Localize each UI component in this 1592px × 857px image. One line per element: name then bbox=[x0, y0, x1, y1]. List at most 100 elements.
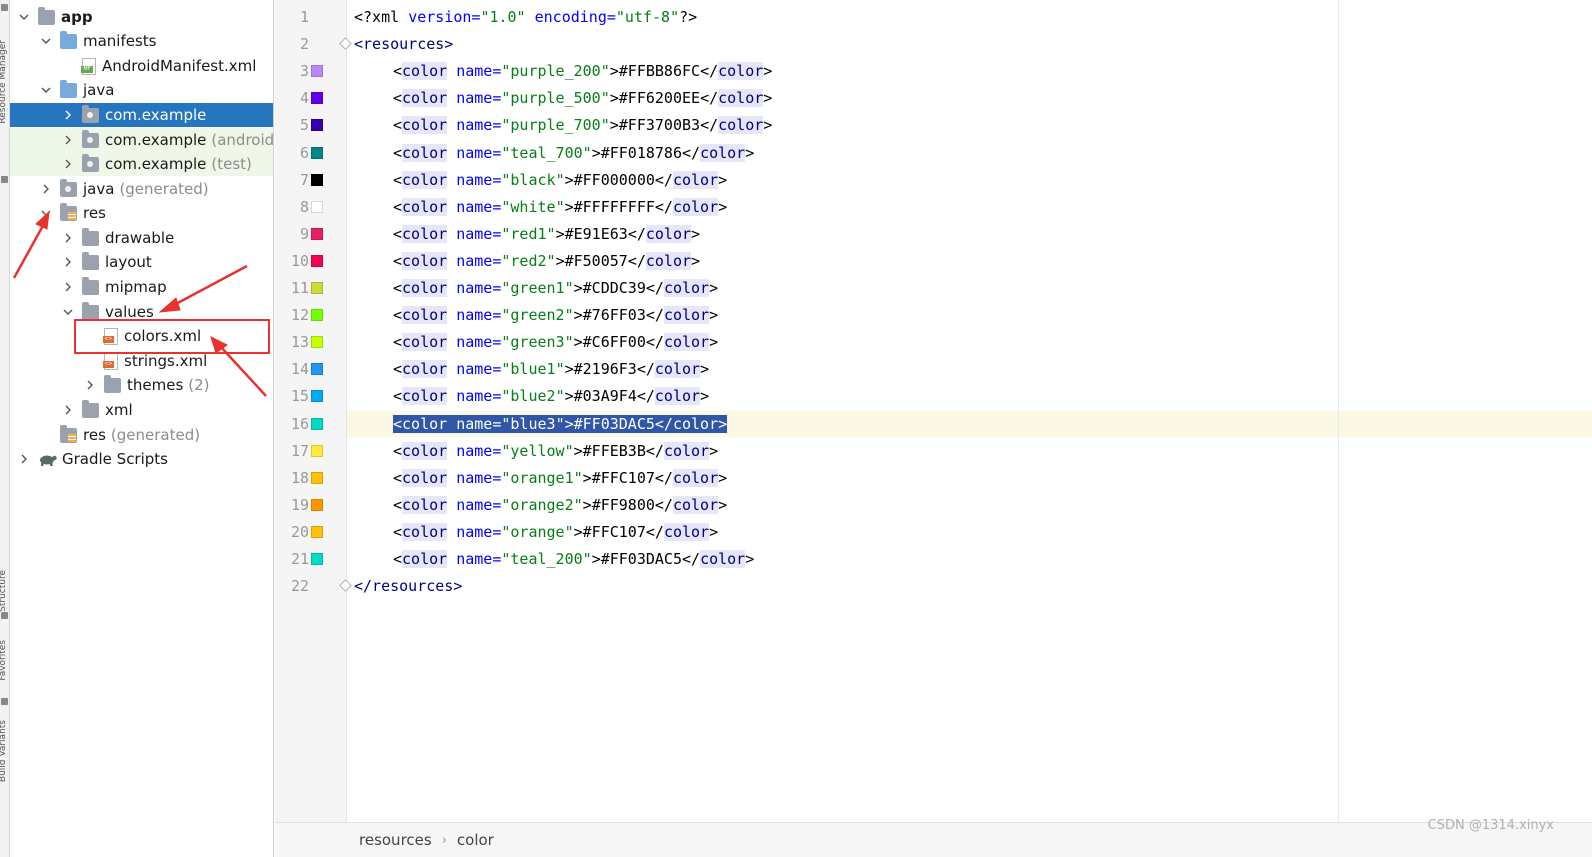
color-swatch-icon[interactable] bbox=[311, 309, 323, 322]
tree-item[interactable]: Gradle Scripts bbox=[10, 447, 273, 471]
color-swatch-icon[interactable] bbox=[311, 390, 323, 403]
tool-window-icon[interactable] bbox=[1, 4, 8, 11]
color-swatch-icon[interactable] bbox=[311, 146, 323, 159]
resource-manager-tab[interactable]: Resource Manager bbox=[0, 40, 8, 124]
code-line-color[interactable]: <color name="green1">#CDDC39</color> bbox=[393, 275, 718, 301]
tag-bracket: > bbox=[582, 468, 592, 487]
selected-text: <color name="blue3">#FF03DAC5</color> bbox=[393, 414, 728, 433]
color-swatch-icon[interactable] bbox=[311, 498, 323, 511]
fold-marker-icon[interactable] bbox=[339, 37, 352, 50]
code-editor[interactable]: 1 2 3 4 5 6 7 8 9 10 11 12 13 14 15 16 17 18 19 20 21 22 <?xm… bbox=[275, 0, 1592, 822]
chevron-down-icon[interactable] bbox=[40, 84, 52, 96]
attr-quote-close: " bbox=[546, 251, 556, 270]
tree-item[interactable]: manifests bbox=[10, 29, 273, 53]
code-line-color[interactable]: <color name="purple_500">#FF6200EE</colo… bbox=[393, 85, 772, 111]
chevron-down-icon[interactable] bbox=[62, 306, 74, 318]
tree-item[interactable]: java bbox=[10, 78, 273, 102]
tree-item[interactable]: xml bbox=[10, 398, 273, 422]
tool-window-icon[interactable] bbox=[1, 698, 8, 705]
code-line-color[interactable]: <color name="green2">#76FF03</color> bbox=[393, 302, 718, 328]
code-line-xml-declaration[interactable]: <?xml version="1.0" encoding="utf-8"?> bbox=[354, 4, 697, 30]
code-line-resources-close[interactable]: </resources> bbox=[354, 573, 462, 599]
chevron-right-icon[interactable] bbox=[40, 183, 52, 195]
color-swatch-icon[interactable] bbox=[311, 444, 323, 457]
fold-marker-icon[interactable] bbox=[339, 579, 352, 592]
tree-item[interactable]: res (generated) bbox=[10, 423, 273, 447]
tree-item[interactable]: themes (2) bbox=[10, 373, 273, 397]
code-line-color[interactable]: <color name="blue3">#FF03DAC5</color> bbox=[393, 411, 728, 437]
code-line-color[interactable]: <color name="orange">#FFC107</color> bbox=[393, 519, 718, 545]
tree-item[interactable]: <> strings.xml bbox=[10, 349, 273, 373]
chevron-right-icon[interactable] bbox=[62, 109, 74, 121]
color-swatch-icon[interactable] bbox=[311, 173, 323, 186]
tree-item[interactable]: com.example(androidT bbox=[10, 128, 273, 152]
color-swatch-icon[interactable] bbox=[311, 65, 323, 78]
chevron-right-icon[interactable] bbox=[62, 134, 74, 146]
code-line-color[interactable]: <color name="teal_200">#FF03DAC5</color> bbox=[393, 546, 754, 572]
tag-bracket: </ bbox=[700, 62, 719, 81]
tree-item[interactable]: app bbox=[10, 5, 273, 29]
color-swatch-icon[interactable] bbox=[311, 417, 323, 430]
tree-item[interactable]: com.example bbox=[10, 103, 273, 127]
color-swatch-icon[interactable] bbox=[311, 200, 323, 213]
chevron-down-icon[interactable] bbox=[40, 207, 52, 219]
tree-item[interactable]: <> colors.xml bbox=[10, 324, 273, 348]
package-icon bbox=[82, 129, 99, 148]
chevron-down-icon[interactable] bbox=[18, 11, 30, 23]
chevron-down-icon[interactable] bbox=[40, 35, 52, 47]
color-swatch-icon[interactable] bbox=[311, 92, 323, 105]
tree-item[interactable]: drawable bbox=[10, 226, 273, 250]
chevron-right-icon[interactable] bbox=[62, 158, 74, 170]
code-line-color[interactable]: <color name="red1">#E91E63</color> bbox=[393, 221, 700, 247]
code-line-color[interactable]: <color name="green3">#C6FF00</color> bbox=[393, 329, 718, 355]
color-swatch-icon[interactable] bbox=[311, 471, 323, 484]
code-line-color[interactable]: <color name="purple_700">#FF3700B3</colo… bbox=[393, 112, 772, 138]
chevron-right-icon[interactable] bbox=[62, 256, 74, 268]
breadcrumb-item-resources[interactable]: resources bbox=[359, 831, 432, 849]
tag-bracket: > bbox=[709, 522, 719, 541]
color-swatch-icon[interactable] bbox=[311, 336, 323, 349]
code-line-color[interactable]: <color name="blue1">#2196F3</color> bbox=[393, 356, 709, 382]
tree-item[interactable]: layout bbox=[10, 250, 273, 274]
code-line-resources-open[interactable]: <resources> bbox=[354, 31, 453, 57]
code-line-color[interactable]: <color name="orange1">#FFC107</color> bbox=[393, 465, 727, 491]
tree-item[interactable]: java (generated) bbox=[10, 177, 273, 201]
color-swatch-icon[interactable] bbox=[311, 119, 323, 132]
code-line-color[interactable]: <color name="blue2">#03A9F4</color> bbox=[393, 383, 709, 409]
tool-window-icon[interactable] bbox=[1, 176, 8, 183]
chevron-right-icon[interactable] bbox=[18, 453, 30, 465]
color-swatch-icon[interactable] bbox=[311, 254, 323, 267]
code-line-color[interactable]: <color name="red2">#F50057</color> bbox=[393, 248, 700, 274]
color-swatch-icon[interactable] bbox=[311, 227, 323, 240]
code-line-color[interactable]: <color name="black">#FF000000</color> bbox=[393, 167, 727, 193]
tag-bracket: > bbox=[763, 62, 773, 81]
color-name-value: red1 bbox=[510, 224, 547, 243]
chevron-right-icon[interactable] bbox=[62, 404, 74, 416]
tree-item[interactable]: res bbox=[10, 201, 273, 225]
color-name-value: orange bbox=[510, 522, 565, 541]
chevron-right-icon[interactable] bbox=[62, 281, 74, 293]
tree-item[interactable]: mipmap bbox=[10, 275, 273, 299]
tree-item[interactable]: com.example (test) bbox=[10, 152, 273, 176]
structure-tab[interactable]: Structure bbox=[0, 570, 8, 612]
tool-window-icon[interactable] bbox=[1, 612, 8, 619]
tag-bracket: < bbox=[393, 89, 403, 108]
code-line-color[interactable]: <color name="white">#FFFFFFFF</color> bbox=[393, 194, 727, 220]
tree-item[interactable]: values bbox=[10, 300, 273, 324]
build-variants-tab[interactable]: Build Variants bbox=[0, 720, 8, 782]
favorites-tab[interactable]: Favorites bbox=[0, 640, 8, 681]
resources-close-tag: </resources> bbox=[354, 577, 463, 596]
color-name-value: blue2 bbox=[510, 387, 556, 406]
color-swatch-icon[interactable] bbox=[311, 282, 323, 294]
color-swatch-icon[interactable] bbox=[311, 363, 323, 376]
breadcrumb-item-color[interactable]: color bbox=[457, 831, 494, 849]
code-line-color[interactable]: <color name="orange2">#FF9800</color> bbox=[393, 492, 727, 518]
code-line-color[interactable]: <color name="purple_200">#FFBB86FC</colo… bbox=[393, 58, 772, 84]
code-line-color[interactable]: <color name="teal_700">#FF018786</color> bbox=[393, 140, 754, 166]
chevron-right-icon[interactable] bbox=[84, 379, 96, 391]
color-swatch-icon[interactable] bbox=[311, 525, 323, 538]
tree-item[interactable]: MF AndroidManifest.xml bbox=[10, 54, 273, 78]
color-swatch-icon[interactable] bbox=[311, 553, 323, 565]
chevron-right-icon[interactable] bbox=[62, 232, 74, 244]
code-line-color[interactable]: <color name="yellow">#FFEB3B</color> bbox=[393, 438, 718, 464]
